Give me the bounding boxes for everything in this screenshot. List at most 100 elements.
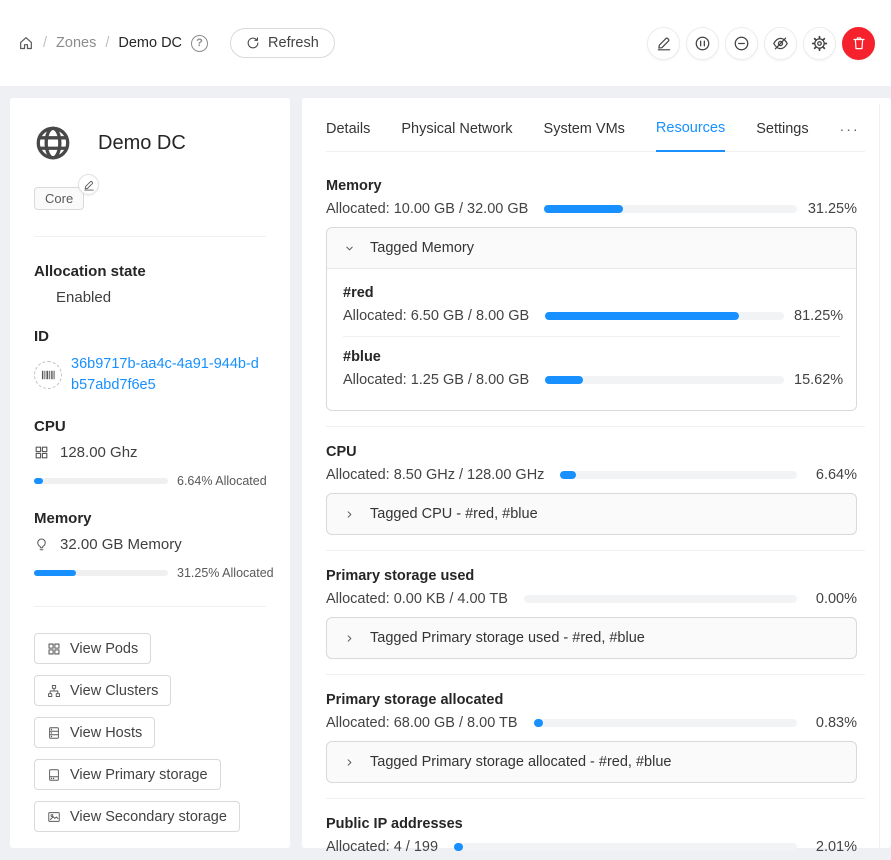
- view-hosts-button[interactable]: View Hosts: [34, 717, 155, 748]
- tagged-memory-title: Tagged Memory: [370, 240, 474, 256]
- refresh-button[interactable]: Refresh: [230, 28, 335, 58]
- cpu-grid-icon: [34, 445, 49, 460]
- chevron-down-icon: [343, 242, 356, 255]
- help-icon[interactable]: [191, 35, 208, 52]
- remove-zone-button[interactable]: [725, 27, 758, 60]
- progress-track: [560, 471, 797, 479]
- id-label: ID: [34, 328, 266, 345]
- allocation-state-value: Enabled: [56, 289, 111, 306]
- primary-storage-used-section: Primary storage used Allocated: 0.00 KB …: [326, 568, 857, 659]
- tag-blue-percent: 15.62%: [794, 372, 840, 388]
- view-clusters-label: View Clusters: [70, 683, 158, 699]
- tagged-cpu-title: Tagged CPU - #red, #blue: [370, 506, 538, 522]
- trash-icon: [851, 35, 867, 51]
- pencil-icon: [83, 179, 95, 191]
- zone-identity: Demo DC Core: [34, 124, 266, 210]
- edit-icon: [656, 35, 672, 51]
- zone-action-bar: [647, 27, 875, 60]
- zone-detail-card: Details Physical Network System VMs Reso…: [302, 98, 891, 848]
- edit-name-button[interactable]: [78, 174, 99, 195]
- view-primary-storage-button[interactable]: View Primary storage: [34, 759, 221, 790]
- primary-storage-allocated-section: Primary storage allocated Allocated: 68.…: [326, 692, 857, 783]
- tag-blue-allocated-text: Allocated: 1.25 GB / 8.00 GB: [343, 372, 529, 388]
- reload-icon: [246, 36, 260, 50]
- tagged-cpu-header[interactable]: Tagged CPU - #red, #blue: [327, 494, 856, 534]
- view-pods-button[interactable]: View Pods: [34, 633, 151, 664]
- allocation-state-field: Allocation state Enabled: [34, 263, 266, 306]
- tag-red-percent: 81.25%: [794, 308, 840, 324]
- tagged-primary-storage-used-header[interactable]: Tagged Primary storage used - #red, #blu…: [327, 618, 856, 658]
- divider: [326, 426, 865, 427]
- home-icon[interactable]: [18, 35, 34, 51]
- pause-circle-icon: [694, 35, 711, 52]
- progress-track: [524, 595, 797, 603]
- progress-track: [534, 719, 797, 727]
- memory-allocated-text: Allocated: 10.00 GB / 32.00 GB: [326, 201, 528, 217]
- chevron-right-icon: [343, 508, 356, 521]
- tagged-memory-body: #red Allocated: 6.50 GB / 8.00 GB 81.25%…: [327, 268, 856, 410]
- progress-fill: [545, 376, 582, 384]
- detail-tabs: Details Physical Network System VMs Reso…: [326, 98, 865, 152]
- tabs-more-icon[interactable]: ···: [840, 121, 860, 151]
- tab-physical-network[interactable]: Physical Network: [401, 121, 512, 151]
- view-secondary-storage-label: View Secondary storage: [70, 809, 227, 825]
- hide-zone-button[interactable]: [764, 27, 797, 60]
- progress-fill: [544, 205, 623, 213]
- memory-field: Memory 32.00 GB Memory 31.25% Allocated: [34, 510, 266, 580]
- cpu-field: CPU 128.00 Ghz 6.64% Allocated: [34, 418, 266, 488]
- tab-settings[interactable]: Settings: [756, 121, 808, 151]
- tab-system-vms[interactable]: System VMs: [544, 121, 625, 151]
- pods-grid-icon: [47, 642, 61, 656]
- public-ip-allocated-text: Allocated: 4 / 199: [326, 839, 438, 855]
- progress-fill: [545, 312, 739, 320]
- tagged-primary-storage-allocated-header[interactable]: Tagged Primary storage allocated - #red,…: [327, 742, 856, 782]
- public-ip-percent: 2.01%: [807, 839, 857, 855]
- breadcrumb-zones-link[interactable]: Zones: [56, 35, 96, 51]
- tagged-primary-storage-used-panel: Tagged Primary storage used - #red, #blu…: [326, 617, 857, 659]
- hosts-database-icon: [47, 726, 61, 740]
- breadcrumb-separator: /: [105, 35, 109, 51]
- memory-total-value: 32.00 GB Memory: [60, 536, 182, 553]
- allocation-state-label: Allocation state: [34, 263, 266, 280]
- view-clusters-button[interactable]: View Clusters: [34, 675, 171, 706]
- tagged-memory-panel: Tagged Memory #red Allocated: 6.50 GB / …: [326, 227, 857, 411]
- chevron-right-icon: [343, 756, 356, 769]
- bulb-icon: [34, 537, 49, 552]
- zone-settings-button[interactable]: [803, 27, 836, 60]
- divider: [326, 550, 865, 551]
- divider: [326, 798, 865, 799]
- divider: [34, 606, 266, 607]
- progress-track: [34, 478, 168, 484]
- chevron-right-icon: [343, 632, 356, 645]
- primary-storage-allocated-title: Primary storage allocated: [326, 692, 857, 708]
- breadcrumb: / Zones / Demo DC: [18, 35, 208, 52]
- barcode-icon: [34, 361, 62, 389]
- tagged-cpu-panel: Tagged CPU - #red, #blue: [326, 493, 857, 535]
- progress-track: [544, 205, 797, 213]
- zone-id-value[interactable]: 36b9717b-aa4c-4a91-944b-db57abd7f6e5: [71, 354, 266, 396]
- progress-fill: [560, 471, 576, 479]
- cpu-total-value: 128.00 Ghz: [60, 444, 138, 461]
- divider: [326, 674, 865, 675]
- secondary-storage-picture-icon: [47, 810, 61, 824]
- tab-resources[interactable]: Resources: [656, 120, 725, 152]
- divider: [343, 336, 840, 337]
- cpu-progress-row: 6.64% Allocated: [34, 474, 266, 488]
- gear-icon: [811, 35, 828, 52]
- edit-zone-button[interactable]: [647, 27, 680, 60]
- zone-title: Demo DC: [98, 132, 186, 155]
- cpu-allocated-label: 6.64% Allocated: [177, 474, 267, 488]
- primary-storage-allocated-allocated-text: Allocated: 68.00 GB / 8.00 TB: [326, 715, 518, 731]
- cpu-label: CPU: [34, 418, 266, 435]
- primary-storage-used-allocated-text: Allocated: 0.00 KB / 4.00 TB: [326, 591, 508, 607]
- memory-percent: 31.25%: [807, 201, 857, 217]
- tagged-memory-header[interactable]: Tagged Memory: [327, 228, 856, 268]
- memory-section-title: Memory: [326, 178, 857, 194]
- disable-zone-button[interactable]: [686, 27, 719, 60]
- view-secondary-storage-button[interactable]: View Secondary storage: [34, 801, 240, 832]
- primary-storage-used-percent: 0.00%: [807, 591, 857, 607]
- tab-details[interactable]: Details: [326, 121, 370, 151]
- tag-blue-title: #blue: [343, 349, 840, 365]
- top-header: / Zones / Demo DC Refresh: [0, 0, 891, 86]
- delete-zone-button[interactable]: [842, 27, 875, 60]
